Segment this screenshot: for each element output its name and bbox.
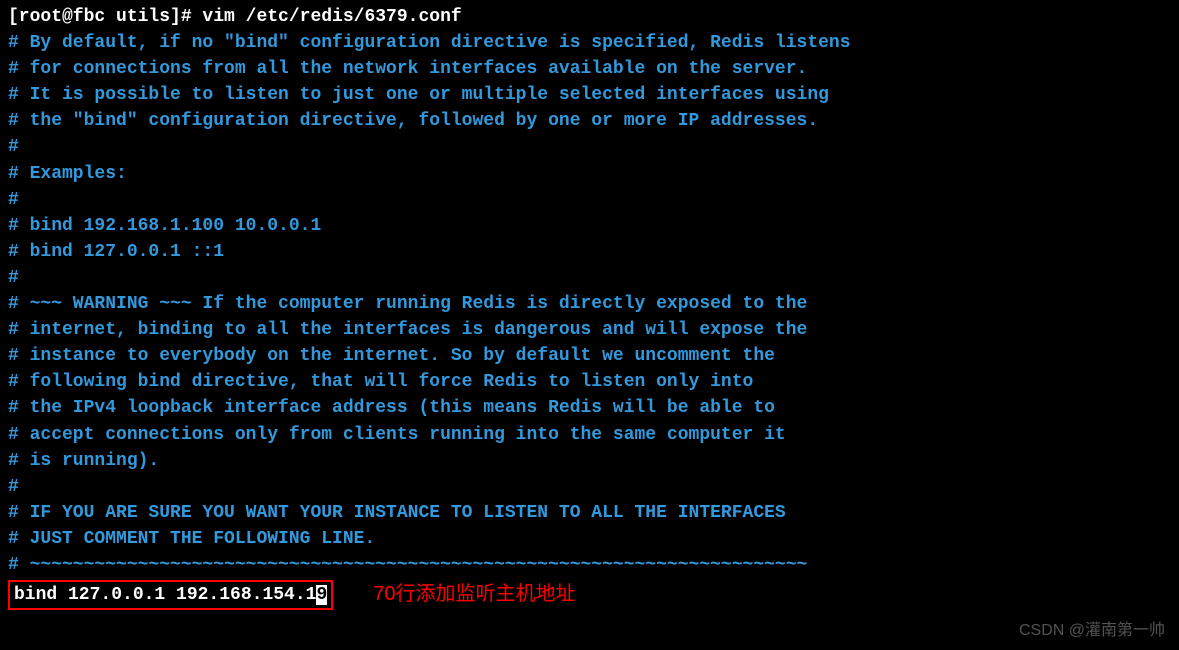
file-line: # is running). [8,448,1171,474]
file-line: # [8,187,1171,213]
file-line: # accept connections only from clients r… [8,422,1171,448]
file-line: # Examples: [8,161,1171,187]
bind-line-text: bind 127.0.0.1 192.168.154.1 [14,585,316,605]
file-line: # [8,134,1171,160]
file-line: # IF YOU ARE SURE YOU WANT YOUR INSTANCE… [8,500,1171,526]
file-line: # ~~~ WARNING ~~~ If the computer runnin… [8,291,1171,317]
bind-config-line[interactable]: bind 127.0.0.1 192.168.154.19 [14,582,327,608]
file-line: # instance to everybody on the internet.… [8,343,1171,369]
file-line: # ~~~~~~~~~~~~~~~~~~~~~~~~~~~~~~~~~~~~~~… [8,552,1171,578]
file-line: # the "bind" configuration directive, fo… [8,108,1171,134]
file-line: # the IPv4 loopback interface address (t… [8,395,1171,421]
file-line: # following bind directive, that will fo… [8,369,1171,395]
file-line: # [8,474,1171,500]
file-line: # JUST COMMENT THE FOLLOWING LINE. [8,526,1171,552]
bind-line-highlight-box: bind 127.0.0.1 192.168.154.19 [8,580,333,610]
file-line: # for connections from all the network i… [8,56,1171,82]
file-line: # It is possible to listen to just one o… [8,82,1171,108]
file-line: # By default, if no "bind" configuration… [8,30,1171,56]
annotation-text: 70行添加监听主机地址 [373,580,575,609]
file-line: # bind 127.0.0.1 ::1 [8,239,1171,265]
terminal-prompt: [root@fbc utils]# vim /etc/redis/6379.co… [8,4,1171,30]
file-line: # bind 192.168.1.100 10.0.0.1 [8,213,1171,239]
editor-cursor: 9 [316,585,327,605]
csdn-watermark: CSDN @灌南第一帅 [1019,619,1165,642]
file-line: # internet, binding to all the interface… [8,317,1171,343]
file-line: # [8,265,1171,291]
